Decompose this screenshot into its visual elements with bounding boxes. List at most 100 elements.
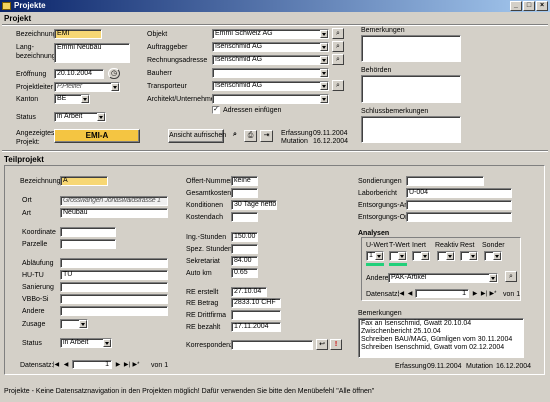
analysen-uwert-select[interactable]: 1	[366, 251, 384, 261]
chevron-down-icon[interactable]	[103, 339, 111, 347]
new-record-icon[interactable]: ▶*	[132, 361, 140, 369]
vbbo-field[interactable]	[60, 294, 168, 304]
re-erstellt-field[interactable]: 27.10.04	[231, 287, 267, 297]
behoerden-field[interactable]	[361, 75, 461, 103]
next-record-icon[interactable]: ▶	[471, 290, 479, 298]
chevron-down-icon[interactable]	[320, 69, 328, 77]
chevron-down-icon[interactable]	[111, 83, 119, 91]
last-record-icon[interactable]: ▶|	[480, 290, 488, 298]
entsorgungs-ort-field[interactable]	[406, 212, 512, 222]
bezeichnung-field[interactable]: EMI	[54, 29, 102, 39]
arrow-left-icon[interactable]: ↩	[316, 339, 328, 350]
autokm-field[interactable]: 0.65	[231, 268, 258, 278]
analysen-inert-select[interactable]	[412, 251, 430, 261]
entsorgungs-art-field[interactable]	[406, 200, 512, 210]
last-record-icon[interactable]: ▶|	[123, 361, 131, 369]
chevron-down-icon[interactable]	[320, 56, 328, 64]
binoculars-icon[interactable]: ⌕	[332, 41, 344, 52]
spez-stunden-field[interactable]	[231, 244, 258, 254]
chevron-down-icon[interactable]	[489, 274, 497, 282]
chevron-down-icon[interactable]	[320, 82, 328, 90]
analysen-rest-select[interactable]	[460, 251, 478, 261]
analysen-twert-select[interactable]	[389, 251, 407, 261]
re-drittfirma-field[interactable]	[231, 310, 281, 320]
prev-record-icon[interactable]: ◀	[62, 361, 70, 369]
binoculars-icon[interactable]: ⌕	[229, 130, 241, 142]
binoculars-icon[interactable]: ⌕	[332, 80, 344, 91]
re-bezahlt-field[interactable]: 17.11.2004	[231, 322, 281, 332]
eroeffnung-field[interactable]: 20.10.2004	[54, 69, 104, 79]
korrespondenz-field[interactable]	[231, 340, 313, 350]
alert-icon[interactable]: !	[330, 339, 342, 350]
analysen-reaktiv-select[interactable]	[437, 251, 455, 261]
export-icon[interactable]: ⇥	[260, 130, 273, 142]
chevron-down-icon[interactable]	[320, 43, 328, 51]
binoculars-icon[interactable]: ⌕	[332, 54, 344, 65]
sanierung-field[interactable]	[60, 282, 168, 292]
koordinate-field[interactable]	[60, 227, 116, 237]
andere-field[interactable]	[60, 306, 168, 316]
art-field[interactable]: Neubau	[60, 208, 168, 218]
parzelle-field[interactable]	[60, 239, 116, 249]
kostendach-field[interactable]	[231, 212, 258, 222]
binoculars-icon[interactable]: ⌕	[505, 271, 517, 282]
bauherr-select[interactable]	[212, 68, 329, 78]
tp-bemerkungen-field[interactable]: Fax an Isenschmid, Gwatt 20.10.04 Zwisch…	[358, 318, 524, 358]
first-record-icon[interactable]: |◀	[52, 361, 60, 369]
chevron-down-icon[interactable]	[421, 252, 429, 260]
chevron-down-icon[interactable]	[320, 95, 328, 103]
first-record-icon[interactable]: |◀	[397, 290, 405, 298]
ing-stunden-field[interactable]: 150.00	[231, 232, 258, 242]
binoculars-icon[interactable]: ⌕	[332, 28, 344, 39]
status-select[interactable]: in Arbeit	[54, 112, 106, 122]
tp-bezeichnung-field[interactable]: A	[60, 176, 108, 186]
chevron-down-icon[interactable]	[469, 252, 477, 260]
offert-field[interactable]: keine	[231, 176, 258, 186]
sondierungen-field[interactable]	[406, 176, 484, 186]
sekretariat-field[interactable]: 84.00	[231, 256, 258, 266]
adressen-checkbox[interactable]: ✓	[212, 106, 220, 114]
maximize-button[interactable]: □	[523, 1, 535, 11]
chevron-down-icon[interactable]	[81, 95, 89, 103]
analysen-andere-select[interactable]: PAK-Artikel	[388, 273, 498, 283]
hutu-field[interactable]: TU	[60, 270, 168, 280]
calendar-icon[interactable]: ◷	[108, 68, 120, 79]
zusage-select[interactable]	[60, 319, 88, 329]
angezeigtes-projekt-button[interactable]: EMI-A	[54, 129, 140, 143]
laborbericht-field[interactable]: U-004	[406, 188, 512, 198]
schlussbemerkungen-field[interactable]	[361, 116, 461, 143]
chevron-down-icon[interactable]	[79, 320, 87, 328]
chevron-down-icon[interactable]	[446, 252, 454, 260]
minimize-button[interactable]: _	[510, 1, 522, 11]
close-button[interactable]: ×	[536, 1, 548, 11]
prev-record-icon[interactable]: ◀	[406, 290, 414, 298]
chevron-down-icon[interactable]	[398, 252, 406, 260]
ort-field[interactable]: Grosswangen Jonaswaldstrasse 1	[60, 196, 168, 206]
chevron-down-icon[interactable]	[493, 252, 501, 260]
print-icon[interactable]: ⎙	[244, 130, 257, 142]
autokm-label: Auto km	[186, 270, 212, 277]
bemerkungen-field[interactable]	[361, 35, 461, 62]
architekt-select[interactable]	[212, 94, 329, 104]
transporteur-select[interactable]: Isenschmid AG	[212, 81, 329, 91]
konditionen-field[interactable]: 30 Tage netto	[231, 200, 277, 210]
record-number[interactable]: 1	[72, 360, 112, 369]
projektleiter-select[interactable]: P.Pfeiffer	[54, 82, 120, 92]
chevron-down-icon[interactable]	[320, 30, 328, 38]
chevron-down-icon[interactable]	[375, 252, 383, 260]
re-betrag-field[interactable]: 2833.10 CHF	[231, 298, 281, 308]
ablaeufe-field[interactable]	[60, 258, 168, 268]
chevron-down-icon[interactable]	[97, 113, 105, 121]
objekt-select[interactable]: Emmi Schweiz AG	[212, 29, 329, 39]
gesamtkosten-field[interactable]	[231, 188, 258, 198]
kanton-select[interactable]: BE	[54, 94, 90, 104]
new-record-icon[interactable]: ▶*	[489, 290, 497, 298]
langbezeichnung-field[interactable]: Emmi Neubau	[54, 43, 130, 63]
analysen-record-number[interactable]: 1	[415, 289, 469, 298]
tp-status-select[interactable]: in Arbeit	[60, 338, 112, 348]
ansicht-button[interactable]: Ansicht aufrischen	[168, 129, 226, 143]
analysen-sonder-select[interactable]	[484, 251, 502, 261]
auftraggeber-select[interactable]: Isenschmid AG	[212, 42, 329, 52]
rechnungsadresse-select[interactable]: Isenschmid AG	[212, 55, 329, 65]
next-record-icon[interactable]: ▶	[114, 361, 122, 369]
